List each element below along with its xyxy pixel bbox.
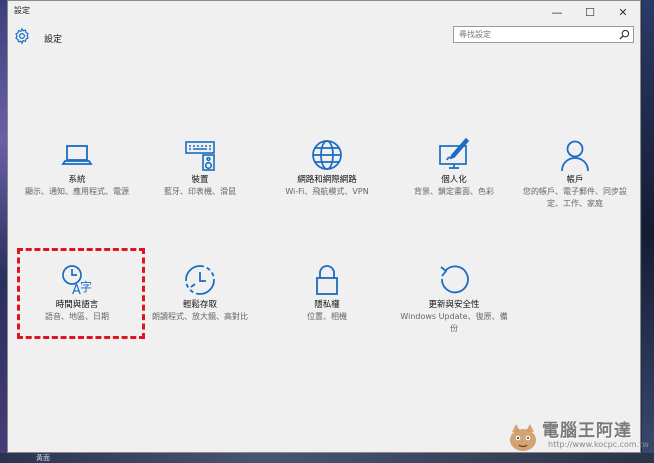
person-icon xyxy=(561,140,589,172)
tile-name: 更新與安全性 xyxy=(428,300,480,310)
tile-description: Wi-Fi、飛航模式、VPN xyxy=(285,187,369,196)
tile-privacy[interactable]: 隱私權 位置、相機 xyxy=(264,263,390,323)
tile-description: Windows Update、復原、備份 xyxy=(400,312,508,333)
tile-description: 位置、相機 xyxy=(307,312,347,321)
search-box[interactable] xyxy=(453,26,634,43)
tile-ease-of-access[interactable]: 輕鬆存取 朗讀程式、放大鏡、高對比 xyxy=(137,263,263,323)
tile-system[interactable]: 系統 顯示、通知、應用程式、電源 xyxy=(14,138,140,198)
watermark-title: 電腦王阿達 xyxy=(542,421,632,441)
tile-name: 系統 xyxy=(68,175,86,185)
tile-name: 輕鬆存取 xyxy=(182,300,217,310)
tile-description: 您的帳戶、電子郵件、同步設定、工作、家庭 xyxy=(523,187,627,208)
keyboard-speaker-icon xyxy=(185,141,215,171)
desktop-background-right xyxy=(642,0,654,463)
title-bar[interactable]: 設定 — ☐ ✕ xyxy=(8,1,640,23)
close-button[interactable]: ✕ xyxy=(607,1,639,23)
tile-personalization[interactable]: 個人化 背景、鎖定畫面、色彩 xyxy=(391,138,517,198)
tile-name: 隱私權 xyxy=(314,300,340,310)
update-icon xyxy=(440,265,469,294)
tile-update-security[interactable]: 更新與安全性 Windows Update、復原、備份 xyxy=(391,263,517,335)
highlight-box xyxy=(17,248,145,339)
tile-devices[interactable]: 裝置 藍牙、印表機、滑鼠 xyxy=(137,138,263,198)
paint-monitor-icon xyxy=(439,138,470,169)
ease-of-access-icon xyxy=(185,265,215,295)
search-icon[interactable] xyxy=(619,29,630,40)
taskbar-item[interactable]: 黃面 xyxy=(36,454,96,462)
tile-description: 朗讀程式、放大鏡、高對比 xyxy=(152,312,248,321)
lock-icon xyxy=(316,265,338,295)
window-title: 設定 xyxy=(14,6,30,15)
minimize-button[interactable]: — xyxy=(541,1,573,23)
page-title: 設定 xyxy=(44,35,63,45)
search-input[interactable] xyxy=(454,27,619,42)
mascot-logo-icon xyxy=(510,424,536,451)
globe-icon xyxy=(312,140,342,170)
tile-name: 帳戶 xyxy=(566,175,584,185)
gear-icon xyxy=(15,27,29,45)
tile-description: 背景、鎖定畫面、色彩 xyxy=(414,187,494,196)
tile-accounts[interactable]: 帳戶 您的帳戶、電子郵件、同步設定、工作、家庭 xyxy=(512,138,638,210)
tile-network[interactable]: 網路和網際網路 Wi-Fi、飛航模式、VPN xyxy=(264,138,390,198)
maximize-button[interactable]: ☐ xyxy=(574,1,606,23)
tile-description: 顯示、通知、應用程式、電源 xyxy=(25,187,129,196)
tile-description: 藍牙、印表機、滑鼠 xyxy=(164,187,236,196)
tile-name: 裝置 xyxy=(191,175,209,185)
laptop-icon xyxy=(61,145,93,165)
tile-name: 個人化 xyxy=(441,175,467,185)
tile-name: 網路和網際網路 xyxy=(297,175,357,185)
watermark-url: http://www.kocpc.com.tw xyxy=(548,440,649,449)
settings-window: 設定 — ☐ ✕ 設定 系統 顯示、通知、應用程式、 xyxy=(7,0,641,453)
watermark: 電腦王阿達 http://www.kocpc.com.tw xyxy=(506,414,649,460)
settings-header: 設定 xyxy=(8,23,640,53)
